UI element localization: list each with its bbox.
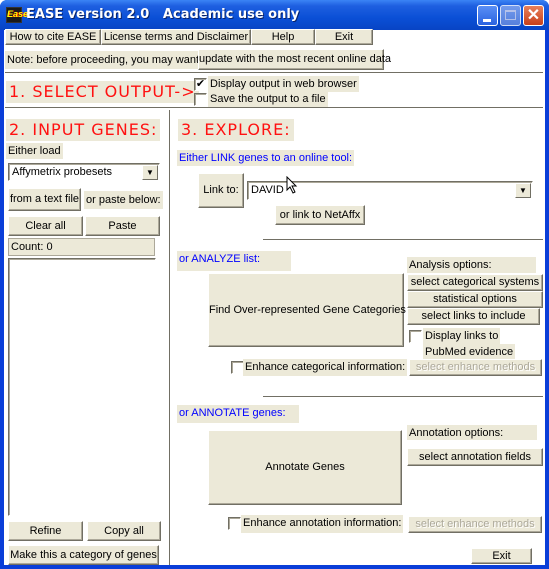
enhance-annotation-label: Enhance annotation information: xyxy=(241,515,404,533)
update-data-button[interactable]: update with the most recent online data xyxy=(198,49,391,70)
copy-all-button[interactable]: Copy all xyxy=(87,521,161,541)
close-button[interactable]: ✕ xyxy=(523,5,544,26)
maximize-button[interactable] xyxy=(500,5,521,26)
divider xyxy=(5,72,543,74)
gene-id-type-value: Affymetrix probesets xyxy=(12,166,113,178)
analysis-options-label: Analysis options: xyxy=(407,257,536,273)
gene-count: Count: 0 xyxy=(8,238,155,256)
enhance-annotation-checkbox[interactable] xyxy=(228,517,241,530)
minimize-button[interactable] xyxy=(477,5,498,26)
paste-button[interactable]: Paste xyxy=(85,216,160,236)
select-enhance-methods-button[interactable]: select enhance methods xyxy=(409,359,542,376)
select-output-heading: 1. SELECT OUTPUT-> xyxy=(6,81,199,103)
refine-button[interactable]: Refine xyxy=(8,521,83,541)
how-to-cite-button[interactable]: How to cite EASE xyxy=(5,29,101,45)
exit-button[interactable]: Exit xyxy=(471,548,532,564)
chevron-down-icon[interactable]: ▼ xyxy=(515,183,531,198)
link-netaffx-button[interactable]: or link to NetAffx xyxy=(275,205,365,225)
select-enhance-methods-annotation-button[interactable]: select enhance methods xyxy=(408,516,542,533)
gene-list-textarea[interactable] xyxy=(8,258,156,516)
ease-app-icon: Ease xyxy=(6,7,28,23)
enhance-categorical-label: Enhance categorical information: xyxy=(243,359,408,376)
pubmed-label-line1: Display links to xyxy=(423,328,501,344)
annotation-options-label: Annotation options: xyxy=(407,425,537,440)
clear-all-button[interactable]: Clear all xyxy=(8,216,83,236)
exit-menu-button[interactable]: Exit xyxy=(315,29,373,45)
link-section-label: Either LINK genes to an online tool: xyxy=(177,150,355,166)
explore-heading: 3. EXPLORE: xyxy=(178,119,294,141)
help-button[interactable]: Help xyxy=(251,29,315,45)
display-browser-checkbox[interactable]: ✔ xyxy=(194,78,207,91)
gene-id-type-select[interactable]: Affymetrix probesets ▼ xyxy=(8,163,160,181)
window-title: EASE version 2.0 Academic use only xyxy=(26,7,300,22)
panel-divider xyxy=(169,110,171,565)
checkmark-icon: ✔ xyxy=(195,78,206,90)
pubmed-label-line2: PubMed evidence xyxy=(423,344,516,360)
find-over-represented-button[interactable]: Find Over-represented Gene Categories xyxy=(208,273,406,347)
save-file-label: Save the output to a file xyxy=(208,91,328,107)
analyze-section-label: or ANALYZE list: xyxy=(177,251,291,271)
mouse-cursor-icon xyxy=(286,176,298,194)
divider xyxy=(263,239,543,241)
annotate-genes-button[interactable]: Annotate Genes xyxy=(208,430,402,505)
divider xyxy=(5,107,543,109)
or-paste-label: or paste below: xyxy=(84,191,163,209)
title-bar[interactable]: Ease EASE version 2.0 Academic use only … xyxy=(0,0,549,30)
statistical-options-button[interactable]: statistical options xyxy=(407,291,543,308)
chevron-down-icon[interactable]: ▼ xyxy=(142,165,158,180)
either-load-label: Either load xyxy=(6,143,63,159)
select-categorical-systems-button[interactable]: select categorical systems xyxy=(407,274,543,291)
license-button[interactable]: License terms and Disclaimer xyxy=(101,29,251,45)
select-annotation-fields-button[interactable]: select annotation fields xyxy=(407,448,543,466)
pubmed-links-checkbox[interactable] xyxy=(409,330,422,343)
online-tool-value: DAVID xyxy=(251,184,284,196)
display-browser-label: Display output in web browser xyxy=(208,76,359,92)
input-genes-heading: 2. INPUT GENES: xyxy=(6,119,161,141)
link-to-button[interactable]: Link to: xyxy=(198,173,244,208)
maximize-icon xyxy=(505,10,516,20)
save-file-checkbox[interactable] xyxy=(194,93,207,106)
select-links-button[interactable]: select links to include xyxy=(407,308,540,325)
divider xyxy=(263,396,543,398)
annotate-section-label: or ANNOTATE genes: xyxy=(177,405,299,423)
load-from-file-button[interactable]: from a text file xyxy=(8,188,81,211)
minimize-icon xyxy=(483,19,491,22)
make-category-button[interactable]: Make this a category of genes xyxy=(8,545,159,565)
window-bottom-border xyxy=(0,565,549,569)
note-text: Note: before proceeding, you may want to xyxy=(5,51,214,69)
close-icon: ✕ xyxy=(526,7,541,24)
